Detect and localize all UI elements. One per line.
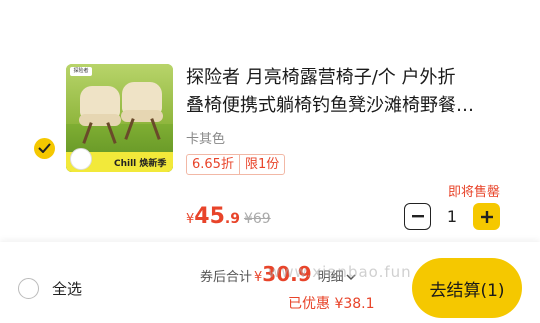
original-price: ¥69 xyxy=(243,211,271,227)
increase-button[interactable] xyxy=(473,203,500,230)
minus-icon xyxy=(411,215,424,218)
quantity-value[interactable]: 1 xyxy=(431,207,473,226)
select-all[interactable]: 全选 xyxy=(18,278,82,299)
discount-text: 已优惠 ¥38.1 xyxy=(288,296,375,312)
stock-status: 即将售罄 xyxy=(447,185,500,200)
checkout-button[interactable]: 去结算(1) xyxy=(412,258,522,318)
mascot-icon xyxy=(70,148,92,170)
watermark: www.xianbao.fun xyxy=(268,263,412,281)
item-selected-checkbox[interactable] xyxy=(34,138,55,159)
total-label: 券后合计 xyxy=(200,270,253,285)
product-title-line: 叠椅便携式躺椅钓鱼凳沙滩椅野餐… xyxy=(186,95,474,116)
limit-tag: 限1份 xyxy=(238,155,284,174)
promo-tags: 6.65折 限1份 xyxy=(186,154,286,175)
thumbnail-brand-tag: 探险者 xyxy=(70,67,92,76)
product-title-line: 探险者 月亮椅露营椅子/个 户外折 xyxy=(186,67,456,88)
quantity-stepper: 1 xyxy=(404,203,500,230)
product-title[interactable]: 探险者 月亮椅露营椅子/个 户外折 叠椅便携式躺椅钓鱼凳沙滩椅野餐… xyxy=(186,64,501,120)
product-sku[interactable]: 卡其色 xyxy=(186,128,225,147)
select-all-label: 全选 xyxy=(52,280,83,298)
decrease-button[interactable] xyxy=(404,203,431,230)
item-price: ¥ 45 .9 ¥69 xyxy=(186,204,271,229)
discount-tag: 6.65折 xyxy=(192,157,234,172)
cart-item-card: 探险者 Chill 焕新季 探险者 月亮椅露营椅子/个 户外折 叠椅便携式躺椅钓… xyxy=(0,0,540,242)
check-icon xyxy=(38,143,51,153)
select-all-checkbox[interactable] xyxy=(18,278,39,299)
plus-icon xyxy=(480,210,493,223)
thumbnail-band-text: Chill 焕新季 xyxy=(114,159,167,169)
product-thumbnail[interactable]: 探险者 Chill 焕新季 xyxy=(66,64,173,172)
